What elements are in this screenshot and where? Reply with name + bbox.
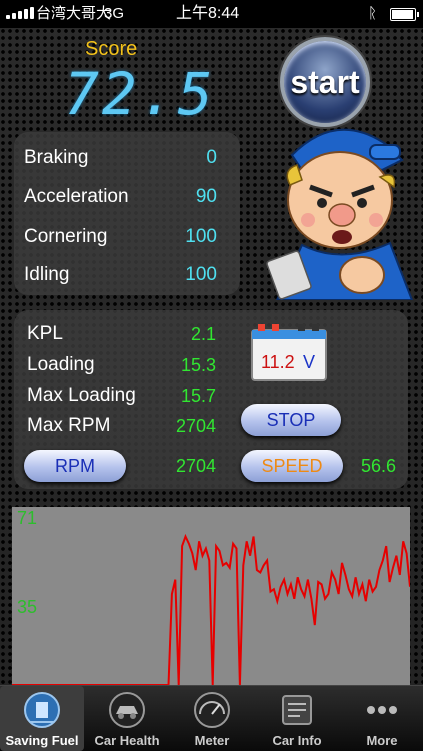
stop-button[interactable]: STOP bbox=[241, 404, 341, 436]
car-info-icon bbox=[282, 695, 312, 725]
car-health-icon bbox=[109, 692, 145, 728]
max-rpm-label: Max RPM bbox=[27, 415, 111, 436]
tab-label: More bbox=[366, 733, 398, 748]
max-loading-label: Max Loading bbox=[27, 385, 136, 406]
acceleration-label: Acceleration bbox=[24, 186, 129, 207]
tab-label: Car Health bbox=[94, 733, 160, 748]
saving-fuel-icon bbox=[24, 692, 60, 728]
tab-saving-fuel[interactable]: Saving Fuel bbox=[0, 686, 84, 751]
network-type: 3G bbox=[104, 5, 125, 22]
score-value: 72.5 bbox=[64, 60, 216, 128]
speed-value: 56.6 bbox=[360, 456, 396, 476]
graph-plot bbox=[12, 533, 411, 686]
battery-icon bbox=[390, 8, 419, 21]
y-tick-mid: 35 bbox=[17, 597, 38, 617]
rpm-value: 2704 bbox=[175, 456, 216, 476]
meter-icon bbox=[194, 692, 230, 728]
max-rpm-value: 2704 bbox=[175, 416, 216, 436]
battery-voltage: 11.2 bbox=[261, 352, 295, 372]
status-bar: 台湾大哥大 3G 上午8:44 ᚱ bbox=[0, 0, 423, 28]
cornering-value: 100 bbox=[185, 226, 217, 247]
tab-meter[interactable]: Meter bbox=[170, 686, 254, 751]
cornering-label: Cornering bbox=[24, 226, 108, 247]
idling-label: Idling bbox=[24, 264, 70, 285]
clock: 上午8:44 bbox=[176, 5, 240, 22]
braking-value: 0 bbox=[206, 147, 217, 168]
max-loading-value: 15.7 bbox=[180, 386, 216, 406]
mechanic-mascot-icon bbox=[266, 128, 414, 300]
loading-value: 15.3 bbox=[180, 355, 216, 375]
signal-icon bbox=[6, 7, 34, 19]
acceleration-value: 90 bbox=[195, 186, 217, 207]
tab-car-health[interactable]: Car Health bbox=[85, 686, 169, 751]
rpm-button[interactable]: RPM bbox=[24, 450, 126, 482]
more-icon bbox=[367, 706, 397, 714]
tab-car-info[interactable]: Car Info bbox=[255, 686, 339, 751]
start-button[interactable]: start bbox=[280, 37, 370, 127]
braking-label: Braking bbox=[24, 147, 89, 168]
kpl-label: KPL bbox=[27, 323, 63, 344]
bluetooth-icon: ᚱ bbox=[368, 5, 378, 22]
idling-value: 100 bbox=[185, 264, 217, 285]
kpl-value: 2.1 bbox=[190, 324, 216, 344]
speed-button[interactable]: SPEED bbox=[241, 450, 343, 482]
y-tick-max: 71 bbox=[17, 508, 38, 528]
live-graph bbox=[12, 507, 411, 686]
battery-unit: V bbox=[303, 352, 316, 372]
loading-label: Loading bbox=[27, 354, 95, 375]
tab-label: Car Info bbox=[272, 733, 322, 748]
graph-series-line-0 bbox=[12, 533, 411, 686]
score-label: Score bbox=[85, 38, 138, 60]
tab-label: Meter bbox=[194, 733, 230, 748]
tab-more[interactable]: More bbox=[340, 686, 423, 751]
tab-bar: Saving Fuel Car Health Meter Car Info Mo… bbox=[0, 685, 423, 751]
carrier-name: 台湾大哥大 bbox=[36, 5, 112, 22]
tab-label: Saving Fuel bbox=[5, 733, 79, 748]
